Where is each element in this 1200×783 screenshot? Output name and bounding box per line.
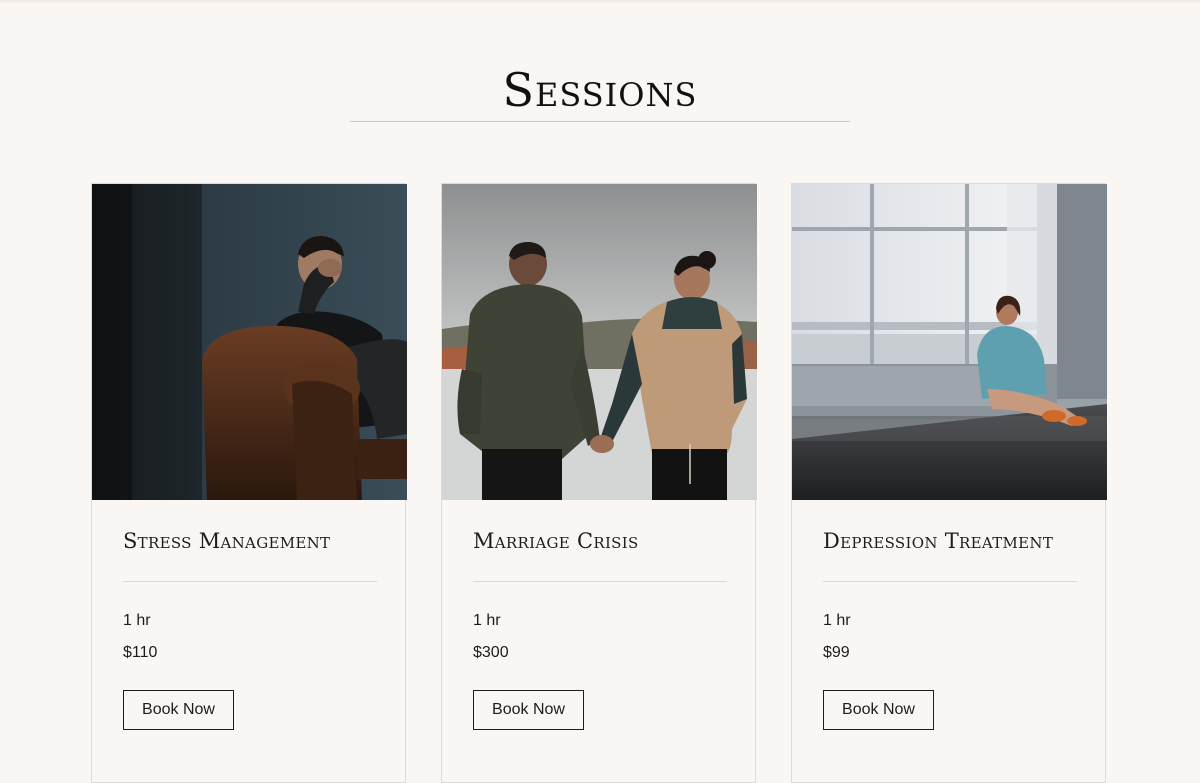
couple-holding-hands-photo xyxy=(442,184,757,500)
session-title: Marriage Crisis xyxy=(473,529,639,553)
man-in-armchair-photo xyxy=(92,184,407,500)
session-price: $300 xyxy=(473,644,509,661)
card-divider xyxy=(123,581,377,582)
session-title: Stress Management xyxy=(123,529,331,553)
book-now-button[interactable]: Book Now xyxy=(473,690,584,730)
page-title: Sessions xyxy=(502,63,698,117)
session-image-marriage-crisis xyxy=(442,184,757,500)
header-shadow xyxy=(0,0,1200,4)
woman-by-window-photo xyxy=(792,184,1107,500)
session-card-depression-treatment: Depression Treatment 1 hr $99 Book Now xyxy=(791,183,1107,783)
session-duration: 1 hr xyxy=(123,612,151,629)
session-card-stress-management: Stress Management 1 hr $110 Book Now xyxy=(91,183,407,783)
card-divider xyxy=(823,581,1077,582)
title-divider xyxy=(350,121,850,122)
session-title: Depression Treatment xyxy=(823,529,1054,553)
session-price: $110 xyxy=(123,644,158,661)
session-duration: 1 hr xyxy=(823,612,851,629)
session-price: $99 xyxy=(823,644,850,661)
session-duration: 1 hr xyxy=(473,612,501,629)
session-card-marriage-crisis: Marriage Crisis 1 hr $300 Book Now xyxy=(441,183,757,783)
book-now-button[interactable]: Book Now xyxy=(823,690,934,730)
book-now-button[interactable]: Book Now xyxy=(123,690,234,730)
session-image-stress-management xyxy=(92,184,407,500)
session-image-depression-treatment xyxy=(792,184,1107,500)
card-divider xyxy=(473,581,727,582)
